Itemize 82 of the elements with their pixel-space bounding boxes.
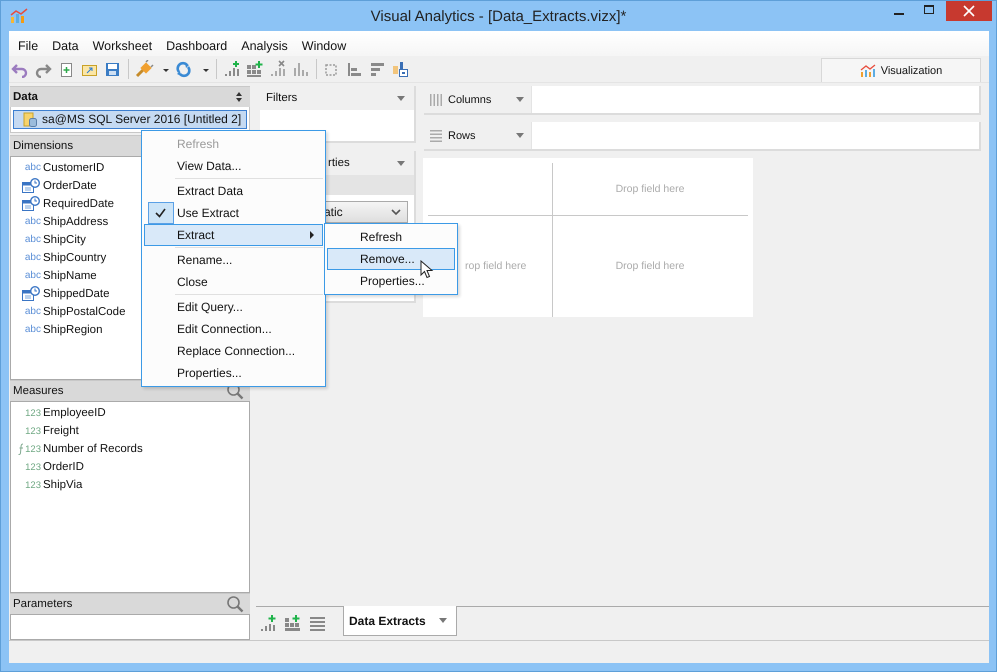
menu-item[interactable]: Analysis: [233, 39, 294, 56]
field-item[interactable]: ShipCity: [43, 234, 86, 246]
window-title: Visual Analytics - [Data_Extracts.vizx]*: [370, 8, 626, 24]
calendar-clock-icon: [21, 196, 41, 212]
field-item[interactable]: RequiredDate: [43, 198, 114, 210]
new-dashboard-icon[interactable]: [284, 614, 302, 632]
field-item[interactable]: ShipAddress: [43, 216, 108, 228]
field-item[interactable]: ShippedDate: [43, 288, 110, 300]
field-item[interactable]: ShipRegion: [43, 324, 102, 336]
menu-item[interactable]: Remove...: [327, 248, 455, 270]
new-worksheet-icon[interactable]: [259, 614, 277, 632]
show-me-icon[interactable]: [391, 60, 411, 78]
calendar-clock-icon: [21, 178, 41, 194]
menu-item[interactable]: Worksheet: [84, 39, 158, 56]
menu-item[interactable]: File: [10, 39, 44, 56]
field-item[interactable]: OrderID: [43, 461, 84, 474]
panel-title: Parameters: [13, 598, 72, 610]
menu-item[interactable]: Data: [44, 39, 85, 56]
menu-item[interactable]: Refresh: [327, 226, 455, 248]
shelf-label[interactable]: Rows: [424, 122, 532, 149]
type-label: abc: [24, 306, 41, 318]
sort-arrows-icon: [234, 90, 244, 104]
sheet-tab[interactable]: Data Extracts: [343, 606, 457, 636]
menu-item[interactable]: Rename...: [144, 249, 323, 271]
field-item[interactable]: ShipPostalCode: [43, 306, 126, 318]
card-title: Filters: [266, 92, 298, 104]
type-label: abc: [24, 162, 41, 174]
field-item[interactable]: EmployeeID: [43, 407, 106, 420]
type-label: 123: [25, 462, 41, 473]
menu-item[interactable]: Extract Data: [144, 180, 323, 202]
chart-icon: [860, 64, 876, 78]
bar-chart-icon[interactable]: [291, 60, 311, 78]
calendar-clock-icon: [21, 286, 41, 302]
database-icon: [22, 111, 38, 128]
drop-hint: rop field here: [465, 260, 526, 272]
columns-icon: [429, 92, 443, 106]
drop-hint: Drop field here: [616, 260, 684, 272]
type-label: abc: [24, 252, 41, 264]
add-chart-icon[interactable]: [222, 60, 242, 78]
formula-icon: [18, 443, 26, 456]
type-label: abc: [24, 270, 41, 282]
type-label: abc: [24, 324, 41, 336]
menu-item[interactable]: Window: [294, 39, 352, 56]
menu-item[interactable]: Edit Connection...: [144, 318, 323, 340]
app-logo-icon: [10, 8, 28, 24]
list-icon[interactable]: [309, 614, 327, 632]
add-grid-icon[interactable]: [245, 60, 265, 78]
rows-icon: [429, 128, 443, 142]
drop-hint: Drop field here: [616, 183, 684, 195]
view-tab[interactable]: Visualization: [821, 58, 981, 82]
data-source-item[interactable]: sa@MS SQL Server 2016 [Untitled 2]: [13, 110, 247, 129]
field-item[interactable]: OrderDate: [43, 180, 97, 192]
type-label: 123: [25, 426, 41, 437]
panel-title: Dimensions: [13, 140, 74, 152]
type-label: 123: [25, 408, 41, 419]
field-item[interactable]: Freight: [43, 425, 79, 438]
menu-item[interactable]: Dashboard: [158, 39, 234, 56]
menu-item[interactable]: Edit Query...: [144, 296, 323, 318]
menu-item[interactable]: View Data...: [144, 155, 323, 177]
field-item[interactable]: Number of Records: [43, 443, 143, 456]
field-item[interactable]: ShipCountry: [43, 252, 106, 264]
shelf-label[interactable]: Columns: [424, 86, 532, 113]
menu-item[interactable]: Properties...: [144, 362, 323, 384]
type-label: 123: [25, 480, 41, 491]
menu-item[interactable]: Properties...: [327, 270, 455, 292]
card-title: rties: [327, 157, 350, 169]
remove-chart-icon[interactable]: [268, 60, 288, 78]
type-label: 123: [25, 444, 41, 455]
menu-item[interactable]: Extract: [144, 224, 323, 246]
close-icon[interactable]: [946, 1, 992, 21]
submenu-arrow-icon: [309, 231, 315, 239]
menu-item[interactable]: Close: [144, 271, 323, 293]
field-item[interactable]: ShipName: [43, 270, 97, 282]
menu-item[interactable]: Replace Connection...: [144, 340, 323, 362]
panel-title: Measures: [13, 385, 64, 398]
panel-title: Data: [13, 91, 38, 103]
chevron-icon: [391, 208, 401, 216]
search-icon[interactable]: [226, 595, 244, 614]
type-label: abc: [24, 234, 41, 246]
type-label: abc: [24, 216, 41, 228]
field-item[interactable]: ShipVia: [43, 479, 82, 492]
field-item[interactable]: CustomerID: [43, 162, 104, 174]
